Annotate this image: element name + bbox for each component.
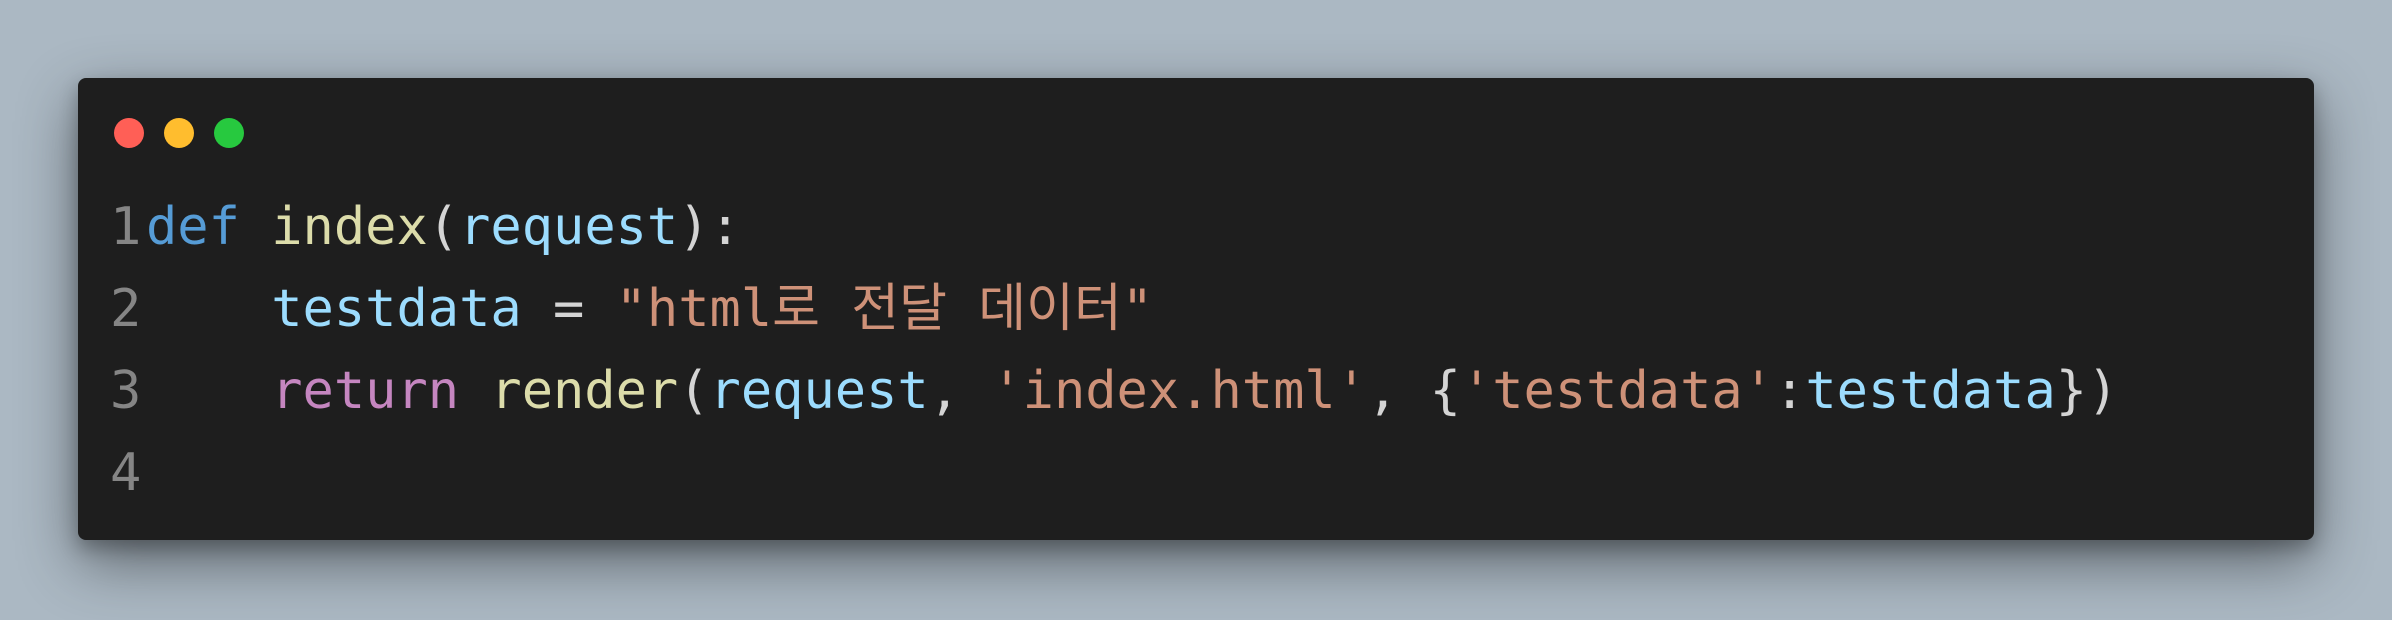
code-token-ws bbox=[146, 361, 271, 421]
code-line-content: def index(request): bbox=[146, 186, 2294, 268]
code-token-punctuation: ): bbox=[678, 197, 741, 257]
line-number: 2 bbox=[110, 279, 142, 339]
line-number: 3 bbox=[110, 361, 142, 421]
code-line-2: 2 testdata = "html로 전달 데이터" bbox=[110, 268, 2294, 350]
line-number: 1 bbox=[110, 197, 142, 257]
code-token-punctuation: , { bbox=[1367, 361, 1461, 421]
window-controls bbox=[114, 118, 244, 148]
code-token-variable: request bbox=[709, 361, 929, 421]
code-block: 1 def index(request): 2 testdata = "html… bbox=[110, 186, 2294, 514]
code-token-function: index bbox=[271, 197, 428, 257]
code-line-content: testdata = "html로 전달 데이터" bbox=[146, 268, 2294, 350]
maximize-dot bbox=[214, 118, 244, 148]
code-token-string: "html로 전달 데이터" bbox=[615, 279, 1154, 339]
code-token-keyword: def bbox=[146, 197, 240, 257]
code-token-punctuation: }) bbox=[2055, 361, 2119, 421]
code-token-string: 'testdata' bbox=[1460, 361, 1775, 421]
code-line-4: 4 bbox=[110, 432, 2294, 514]
minimize-dot bbox=[164, 118, 194, 148]
code-token-variable: request bbox=[459, 197, 679, 257]
code-token-ws bbox=[146, 279, 271, 339]
code-line-content: return render(request, 'index.html', {'t… bbox=[146, 350, 2294, 432]
code-token-punctuation: : bbox=[1774, 361, 1806, 421]
code-token-ws bbox=[459, 361, 490, 421]
code-token-punctuation: ( bbox=[678, 361, 710, 421]
code-token-punctuation: ( bbox=[427, 197, 460, 257]
close-dot bbox=[114, 118, 144, 148]
code-token-ws bbox=[240, 197, 271, 257]
code-token-punctuation: , bbox=[928, 361, 992, 421]
code-window: 1 def index(request): 2 testdata = "html… bbox=[78, 78, 2314, 540]
code-line-1: 1 def index(request): bbox=[110, 186, 2294, 268]
code-token-function: render bbox=[490, 361, 679, 421]
code-token-operator: = bbox=[521, 279, 616, 339]
code-token-variable: testdata bbox=[1805, 361, 2056, 421]
line-number: 4 bbox=[110, 443, 142, 503]
code-token-variable: testdata bbox=[271, 279, 522, 339]
code-token-string: 'index.html' bbox=[991, 361, 1368, 421]
code-line-3: 3 return render(request, 'index.html', {… bbox=[110, 350, 2294, 432]
code-token-control: return bbox=[271, 361, 460, 421]
